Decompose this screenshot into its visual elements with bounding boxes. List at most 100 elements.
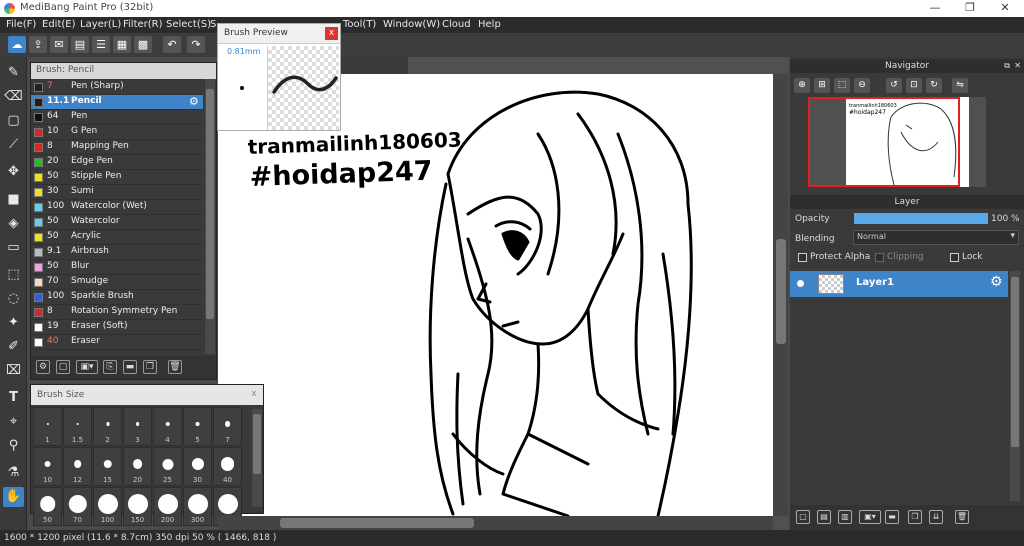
text-tool-icon[interactable]: T bbox=[3, 388, 24, 408]
brush-row[interactable]: 7 Pen (Sharp) bbox=[31, 80, 203, 95]
copy-brush-icon[interactable]: ⎘ bbox=[103, 360, 117, 374]
reset-rotation-icon[interactable]: ⊡ bbox=[906, 78, 922, 93]
menu-edit[interactable]: Edit(E) bbox=[42, 19, 76, 30]
menu-tool[interactable]: Tool(T) bbox=[343, 19, 376, 30]
brush-size-cell[interactable]: 1 bbox=[33, 407, 62, 446]
brush-row[interactable]: 8 Rotation Symmetry Pen bbox=[31, 305, 203, 320]
rotate-right-icon[interactable]: ↻ bbox=[926, 78, 942, 93]
brush-row[interactable]: 100 Watercolor (Wet) bbox=[31, 200, 203, 215]
layer-list-scrollbar[interactable] bbox=[1010, 271, 1020, 501]
brush-row[interactable]: 40 Eraser bbox=[31, 335, 203, 350]
duplicate-layer-icon[interactable]: ❐ bbox=[908, 510, 922, 524]
redo-icon[interactable]: ↷ bbox=[187, 36, 205, 53]
menu-window[interactable]: Window(W) bbox=[383, 19, 440, 30]
brush-row[interactable]: 10 G Pen bbox=[31, 125, 203, 140]
gear-add-icon[interactable]: ⚙ bbox=[36, 360, 50, 374]
close-icon[interactable]: x bbox=[248, 389, 260, 401]
bucket-tool-icon[interactable]: ◈ bbox=[3, 214, 24, 234]
brush-size-cell[interactable]: 5 bbox=[183, 407, 212, 446]
page-list-icon[interactable]: ☰ bbox=[92, 36, 110, 53]
canvas-horizontal-scrollbar[interactable] bbox=[218, 516, 773, 530]
grid-icon[interactable]: ▩ bbox=[134, 36, 152, 53]
brush-size-cell[interactable]: 70 bbox=[63, 487, 92, 526]
lock-checkbox[interactable] bbox=[950, 253, 959, 262]
brush-size-cell[interactable]: 20 bbox=[123, 447, 152, 486]
blending-select[interactable]: Normal ▾ bbox=[853, 230, 1019, 245]
fill-shape-tool-icon[interactable]: ■ bbox=[3, 190, 24, 210]
brush-row[interactable]: 30 Sumi bbox=[31, 185, 203, 200]
folder-icon[interactable]: ▬ bbox=[885, 510, 899, 524]
brush-size-cell[interactable]: 40 bbox=[213, 447, 242, 486]
comment-icon[interactable]: ✉ bbox=[50, 36, 68, 53]
rotate-left-icon[interactable]: ↺ bbox=[886, 78, 902, 93]
select-tool-icon[interactable]: ⬚ bbox=[3, 265, 24, 285]
float-panel-icon[interactable]: ⧉ bbox=[1004, 59, 1010, 73]
brush-size-cell[interactable]: 15 bbox=[93, 447, 122, 486]
eyedropper-tool-icon[interactable]: ⚲ bbox=[3, 436, 24, 456]
restore-button[interactable]: ❐ bbox=[955, 0, 985, 17]
new-8bit-layer-icon[interactable]: ▥ bbox=[838, 510, 852, 524]
lasso-tool-icon[interactable]: ◌ bbox=[3, 289, 24, 309]
merge-down-icon[interactable]: ⇊ bbox=[929, 510, 943, 524]
navigator-viewport-frame[interactable] bbox=[808, 97, 960, 187]
page-info-icon[interactable]: ▦ bbox=[113, 36, 131, 53]
brush-size-cell[interactable]: 300 bbox=[183, 487, 212, 526]
trash-icon[interactable]: 🗑 bbox=[168, 360, 182, 374]
brush-row[interactable]: 11.1 Pencil ⚙ bbox=[31, 95, 203, 110]
eraser-tool-icon[interactable]: ⌫ bbox=[3, 87, 24, 107]
brush-size-cell[interactable]: 1.5 bbox=[63, 407, 92, 446]
brush-row[interactable]: 19 Eraser (Soft) bbox=[31, 320, 203, 335]
brush-row[interactable]: 100 Sparkle Brush bbox=[31, 290, 203, 305]
zoom-out-icon[interactable]: ⊖ bbox=[854, 78, 870, 93]
brush-dropdown-icon[interactable]: ▣▾ bbox=[76, 360, 98, 374]
menu-select[interactable]: Select(S) bbox=[166, 19, 211, 30]
zoom-actual-icon[interactable]: ⬚ bbox=[834, 78, 850, 93]
gradient-tool-icon[interactable]: ▭ bbox=[3, 238, 24, 258]
clipping-checkbox[interactable] bbox=[875, 253, 884, 262]
menu-help[interactable]: Help bbox=[478, 19, 501, 30]
move-tool-icon[interactable]: ✥ bbox=[3, 162, 24, 182]
zoom-fit-icon[interactable]: ⊞ bbox=[814, 78, 830, 93]
visibility-eye-icon[interactable] bbox=[797, 280, 804, 287]
brush-size-cell[interactable]: 100 bbox=[93, 487, 122, 526]
brush-list-scrollbar[interactable] bbox=[205, 79, 215, 354]
select-pen-tool-icon[interactable]: ✐ bbox=[3, 337, 24, 357]
opacity-slider[interactable] bbox=[854, 213, 988, 224]
menu-filter[interactable]: Filter(R) bbox=[123, 19, 163, 30]
brush-size-cell[interactable]: 2 bbox=[93, 407, 122, 446]
brush-size-cell[interactable]: 200 bbox=[153, 487, 182, 526]
undo-icon[interactable]: ↶ bbox=[163, 36, 181, 53]
menu-cloud[interactable]: Cloud bbox=[442, 19, 471, 30]
magic-wand-tool-icon[interactable]: ✦ bbox=[3, 313, 24, 333]
layer-settings-gear-icon[interactable]: ⚙ bbox=[990, 274, 1003, 290]
brush-row[interactable]: 20 Edge Pen bbox=[31, 155, 203, 170]
menu-view-partial[interactable]: S bbox=[210, 19, 216, 30]
brush-row[interactable]: 8 Mapping Pen bbox=[31, 140, 203, 155]
brush-row[interactable]: 50 Blur bbox=[31, 260, 203, 275]
menu-layer[interactable]: Layer(L) bbox=[80, 19, 121, 30]
select-eraser-tool-icon[interactable]: ⌧ bbox=[3, 361, 24, 381]
brush-size-cell[interactable]: 3 bbox=[123, 407, 152, 446]
brush-size-cell[interactable]: 150 bbox=[123, 487, 152, 526]
hand-tool-icon[interactable]: ✋ bbox=[3, 487, 24, 507]
brush-size-cell[interactable]: 30 bbox=[183, 447, 212, 486]
snap-tool-icon[interactable]: ⟋ bbox=[3, 135, 24, 155]
brush-row[interactable]: 64 Pen bbox=[31, 110, 203, 125]
brush-row[interactable]: 70 Smudge bbox=[31, 275, 203, 290]
duplicate-icon[interactable]: ❐ bbox=[143, 360, 157, 374]
page-icon[interactable]: ▤ bbox=[71, 36, 89, 53]
new-brush-icon[interactable]: ▢ bbox=[56, 360, 70, 374]
close-icon[interactable]: x bbox=[325, 27, 338, 40]
menu-file[interactable]: File(F) bbox=[6, 19, 36, 30]
brush-size-cell[interactable]: 7 bbox=[213, 407, 242, 446]
operation-tool-icon[interactable]: ⌖ bbox=[3, 412, 24, 432]
rectangle-tool-icon[interactable]: ▢ bbox=[3, 111, 24, 131]
brush-size-cell[interactable]: 4 bbox=[153, 407, 182, 446]
folder-icon[interactable]: ▬ bbox=[123, 360, 137, 374]
layer-row[interactable]: Layer1 ⚙ bbox=[790, 271, 1008, 297]
canvas-vertical-scrollbar[interactable] bbox=[773, 74, 788, 516]
brush-size-cell[interactable]: 10 bbox=[33, 447, 62, 486]
minimize-button[interactable]: — bbox=[920, 0, 950, 17]
drawing-canvas[interactable]: tranmailinh180603 #hoidap247 bbox=[218, 74, 773, 516]
brush-row[interactable]: 50 Watercolor bbox=[31, 215, 203, 230]
